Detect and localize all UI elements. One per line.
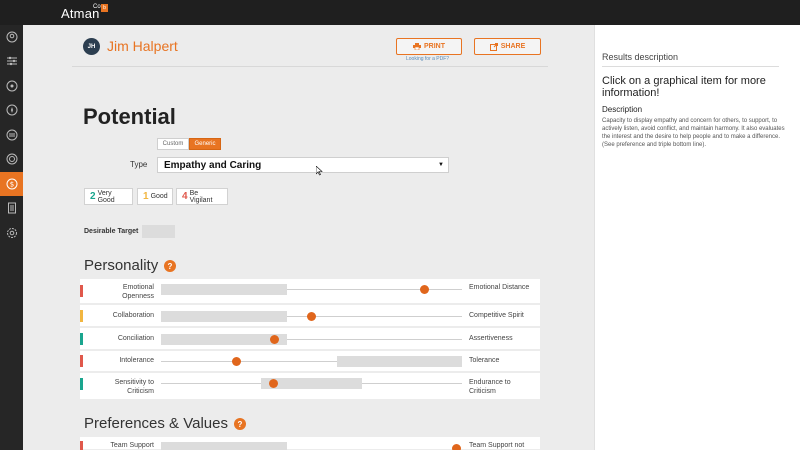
share-icon [489,42,498,51]
trait-score-marker[interactable] [232,357,241,366]
description-title: Description [602,105,643,114]
trait-flag [80,333,83,345]
results-heading: Results description [602,52,679,62]
legend-be-vigilant-count: 4 [182,191,188,202]
personality-title: Personality [84,257,159,274]
print-button[interactable]: PRINT [396,38,462,55]
personality-help-icon[interactable]: ? [164,260,176,272]
legend-very-good-label: Very Good [97,189,115,204]
svg-text:$: $ [9,181,13,189]
potential-icon: $ [6,178,17,190]
trait-right-label: Team Support not [469,442,525,449]
printer-icon [413,43,421,50]
share-label: SHARE [500,43,526,50]
trait-left-label: Conciliation [117,335,154,342]
sidebar-item-gift[interactable] [0,147,23,171]
type-label: Type [130,160,148,169]
trait-score-marker[interactable] [307,312,316,321]
person-name: Jim Halpert [107,38,178,54]
sidebar-item-swap[interactable] [0,123,23,147]
trait-row[interactable]: Team Support Team Support not [80,437,540,450]
user-circle-icon [6,31,17,43]
network-icon [6,80,17,92]
trait-target-band [161,334,287,345]
share-button[interactable]: SHARE [474,38,541,55]
trait-flag [80,310,83,322]
trait-row[interactable]: Collaboration Competitive Spirit [80,305,540,327]
trait-score-marker[interactable] [452,444,461,450]
sidebar-item-compass[interactable] [0,98,23,122]
sliders-icon [6,56,17,66]
legend-good-count: 1 [143,191,149,202]
brand-mark: b [101,4,108,12]
trait-row[interactable]: Conciliation Assertiveness [80,328,540,350]
trait-flag [80,441,83,450]
trait-score-marker[interactable] [270,335,279,344]
results-instruction: Click on a graphical item for more infor… [602,75,766,99]
sidebar-item-network[interactable] [0,74,23,98]
trait-row[interactable]: Sensitivity to Criticism Endurance to Cr… [80,373,540,400]
type-select[interactable]: Empathy and Caring ▼ [157,157,449,173]
avatar[interactable]: JH [83,38,100,55]
trait-left-label: Emotional Openness [122,284,154,300]
trait-row[interactable]: Emotional Openness Emotional Distance [80,279,540,304]
trait-right-label: Endurance to Criticism [469,379,511,395]
trait-flag [80,355,83,367]
trait-target-band [337,356,462,367]
legend-very-good-count: 2 [90,191,96,202]
results-panel: Results description Click on a graphical… [594,25,800,450]
sidebar-item-profile[interactable] [0,25,23,49]
trait-right-label: Tolerance [469,357,500,364]
trait-target-band [161,311,287,322]
sidebar-item-documents[interactable] [0,196,23,220]
page-title: Potential [83,104,176,129]
trait-flag [80,285,83,297]
legend-very-good: 2 Very Good [84,188,133,205]
legend-be-vigilant-label: Be Vigilant [189,189,213,204]
print-label: PRINT [424,43,445,50]
compass-icon [6,104,17,116]
sidebar: $ [0,25,23,450]
caret-down-icon: ▼ [438,162,444,168]
trait-left-label: Team Support [110,442,154,449]
trait-score-marker[interactable] [269,379,278,388]
trait-row[interactable]: Intolerance Tolerance [80,351,540,372]
legend-good-label: Good [150,193,168,200]
top-bar: Atman Co. b [0,0,800,25]
pdf-link[interactable]: Looking for a PDF? [406,56,449,62]
trait-flag [80,378,83,390]
trait-left-label: Intolerance [119,357,154,364]
trait-score-marker[interactable] [420,285,429,294]
document-icon [7,202,16,214]
trait-left-label: Sensitivity to Criticism [114,379,154,395]
trait-target-band [161,442,287,450]
gift-icon [6,153,17,165]
desirable-target-label: Desirable Target [84,228,139,235]
toggle-custom[interactable]: Custom [157,138,189,150]
preferences-title: Preferences & Values [84,415,228,432]
sidebar-item-potential[interactable]: $ [0,172,23,196]
trait-target-band [161,284,287,295]
trait-right-label: Competitive Spirit [469,312,524,319]
sidebar-item-preferences[interactable] [0,221,23,245]
results-divider [602,66,779,67]
type-select-value: Empathy and Caring [164,160,262,171]
preferences-help-icon[interactable]: ? [234,418,246,430]
legend-good: 1 Good [137,188,173,205]
swap-icon [6,129,17,141]
description-text: Capacity to display empathy and concern … [602,118,785,148]
toggle-generic[interactable]: Generic [189,138,221,150]
sidebar-item-settings[interactable] [0,49,23,73]
trait-right-label: Emotional Distance [469,284,530,291]
mouse-cursor-icon [316,166,323,176]
gear-icon [6,228,17,238]
legend-be-vigilant: 4 Be Vigilant [176,188,228,205]
trait-right-label: Assertiveness [469,335,513,342]
trait-left-label: Collaboration [112,312,154,319]
desirable-target-swatch [142,225,175,238]
